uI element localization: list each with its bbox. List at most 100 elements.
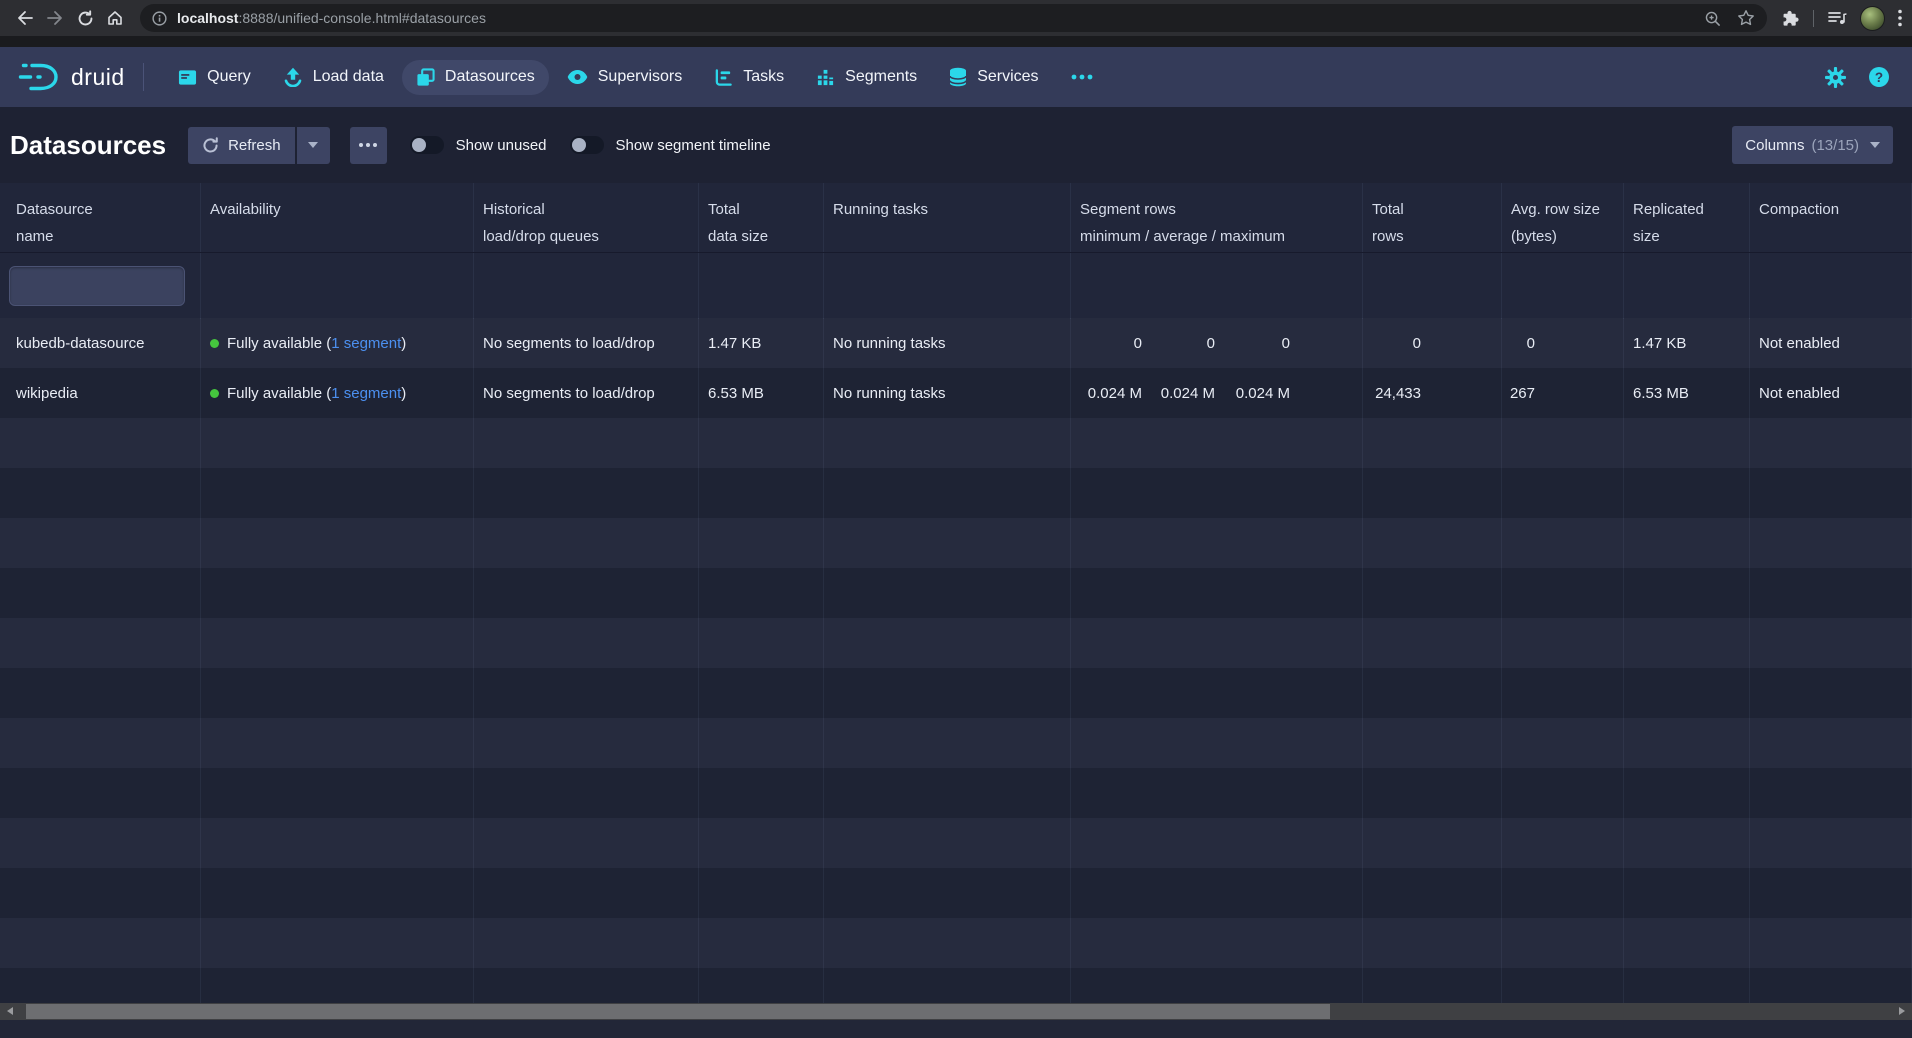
empty-cell xyxy=(0,518,201,568)
empty-cell xyxy=(201,718,474,768)
empty-cell xyxy=(1071,868,1363,918)
total-data-size-cell: 1.47 KB xyxy=(699,318,824,368)
druid-logo[interactable]: druid xyxy=(18,61,125,93)
bookmark-star-icon[interactable] xyxy=(1737,9,1755,27)
browser-toolbar: localhost:8888/unified-console.html#data… xyxy=(0,0,1912,36)
col-header-compaction[interactable]: Compaction xyxy=(1750,183,1912,252)
nav-tab-query[interactable]: Query xyxy=(164,60,265,95)
refresh-interval-caret-button[interactable] xyxy=(297,127,330,164)
empty-cell xyxy=(474,618,699,668)
page-toolbar: Datasources Refresh Show unused Show seg… xyxy=(0,107,1912,183)
empty-cell xyxy=(474,718,699,768)
toolbar-divider xyxy=(1813,10,1815,27)
scroll-left-arrow-icon[interactable] xyxy=(7,1007,13,1015)
compaction-cell: Not enabled xyxy=(1750,318,1912,368)
nav-tab-segments[interactable]: Segments xyxy=(802,60,931,95)
forward-icon[interactable] xyxy=(40,3,70,33)
scroll-right-arrow-icon[interactable] xyxy=(1899,1007,1905,1015)
nav-more-button[interactable] xyxy=(1057,66,1107,88)
reload-icon[interactable] xyxy=(70,3,100,33)
columns-dropdown-button[interactable]: Columns (13/15) xyxy=(1732,126,1893,164)
empty-cell xyxy=(1071,918,1363,968)
nav-tab-services[interactable]: Services xyxy=(935,59,1052,95)
empty-cell xyxy=(474,818,699,868)
col-header-replicated-size[interactable]: Replicatedsize xyxy=(1624,183,1750,252)
empty-cell xyxy=(0,668,201,718)
empty-cell xyxy=(474,918,699,968)
profile-avatar[interactable] xyxy=(1860,6,1885,31)
address-bar[interactable]: localhost:8888/unified-console.html#data… xyxy=(140,4,1767,32)
ellipsis-icon xyxy=(359,143,377,147)
home-icon[interactable] xyxy=(100,3,130,33)
availability-status-dot xyxy=(210,339,219,348)
nav-tab-supervisors[interactable]: Supervisors xyxy=(553,60,696,94)
segment-count-link[interactable]: 1 segment xyxy=(331,335,401,352)
empty-cell xyxy=(1502,418,1624,468)
col-header-datasource-name[interactable]: Datasourcename xyxy=(0,183,201,252)
empty-cell xyxy=(824,968,1071,1003)
nav-tab-load-data[interactable]: Load data xyxy=(269,59,398,95)
more-actions-button[interactable] xyxy=(350,127,387,164)
page-title: Datasources xyxy=(10,130,166,161)
help-icon[interactable]: ? xyxy=(1868,66,1890,88)
empty-cell xyxy=(699,668,824,718)
nav-tab-label: Query xyxy=(207,68,251,86)
browser-menu-kebab-icon[interactable] xyxy=(1898,9,1902,27)
empty-cell xyxy=(1750,568,1912,618)
settings-gear-icon[interactable] xyxy=(1825,67,1846,88)
show-segment-timeline-label: Show segment timeline xyxy=(616,137,771,154)
empty-cell xyxy=(699,918,824,968)
empty-cell xyxy=(1624,718,1750,768)
chevron-down-icon xyxy=(1870,142,1880,148)
col-header-avg-row-size[interactable]: Avg. row size(bytes) xyxy=(1502,183,1624,252)
col-header-load-drop[interactable]: Historicalload/drop queues xyxy=(474,183,699,252)
availability-status-dot xyxy=(210,389,219,398)
url-path: :8888/unified-console.html#datasources xyxy=(238,10,486,26)
columns-count: (13/15) xyxy=(1811,137,1859,154)
empty-cell xyxy=(824,868,1071,918)
segment-count-link[interactable]: 1 segment xyxy=(331,385,401,402)
datasource-name-cell: kubedb-datasource xyxy=(0,318,201,368)
col-header-segment-rows[interactable]: Segment rowsminimum / average / maximum xyxy=(1071,183,1363,252)
compaction-cell: Not enabled xyxy=(1750,368,1912,418)
empty-cell xyxy=(1071,768,1363,818)
media-controls-icon[interactable] xyxy=(1827,9,1847,27)
columns-label: Columns xyxy=(1745,137,1804,154)
table-row[interactable]: kubedb-datasource Fully available (1 seg… xyxy=(0,318,1912,368)
empty-cell xyxy=(1363,418,1502,468)
show-segment-timeline-toggle[interactable] xyxy=(570,136,604,154)
empty-cell xyxy=(1750,968,1912,1003)
empty-cell xyxy=(699,568,824,618)
empty-cell xyxy=(1502,518,1624,568)
nav-tab-tasks[interactable]: Tasks xyxy=(700,60,798,95)
datasource-name-filter-input[interactable] xyxy=(9,266,185,306)
datasources-icon xyxy=(416,68,435,87)
site-info-icon[interactable] xyxy=(152,11,167,26)
empty-cell xyxy=(201,518,474,568)
empty-cell xyxy=(699,868,824,918)
table-row[interactable]: wikipedia Fully available (1 segment) No… xyxy=(0,368,1912,418)
col-header-total-data-size[interactable]: Totaldata size xyxy=(699,183,824,252)
show-unused-toggle[interactable] xyxy=(410,136,444,154)
horizontal-scrollbar[interactable] xyxy=(0,1003,1912,1020)
scrollbar-thumb[interactable] xyxy=(26,1004,1330,1019)
col-header-total-rows[interactable]: Totalrows xyxy=(1363,183,1502,252)
back-icon[interactable] xyxy=(10,3,40,33)
empty-cell xyxy=(1624,918,1750,968)
empty-cell xyxy=(0,418,201,468)
empty-cell xyxy=(699,768,824,818)
empty-row xyxy=(0,868,1912,918)
nav-tab-datasources[interactable]: Datasources xyxy=(402,60,549,95)
col-header-availability[interactable]: Availability xyxy=(201,183,474,252)
zoom-page-icon[interactable] xyxy=(1704,10,1721,27)
empty-cell xyxy=(0,818,201,868)
extensions-puzzle-icon[interactable] xyxy=(1781,9,1800,28)
nav-tab-label: Segments xyxy=(845,68,917,86)
empty-cell xyxy=(1750,868,1912,918)
refresh-button[interactable]: Refresh xyxy=(188,127,295,164)
show-unused-label: Show unused xyxy=(456,137,547,154)
empty-cell xyxy=(1502,468,1624,518)
empty-cell xyxy=(1363,768,1502,818)
empty-cell xyxy=(1071,818,1363,868)
col-header-running-tasks[interactable]: Running tasks xyxy=(824,183,1071,252)
